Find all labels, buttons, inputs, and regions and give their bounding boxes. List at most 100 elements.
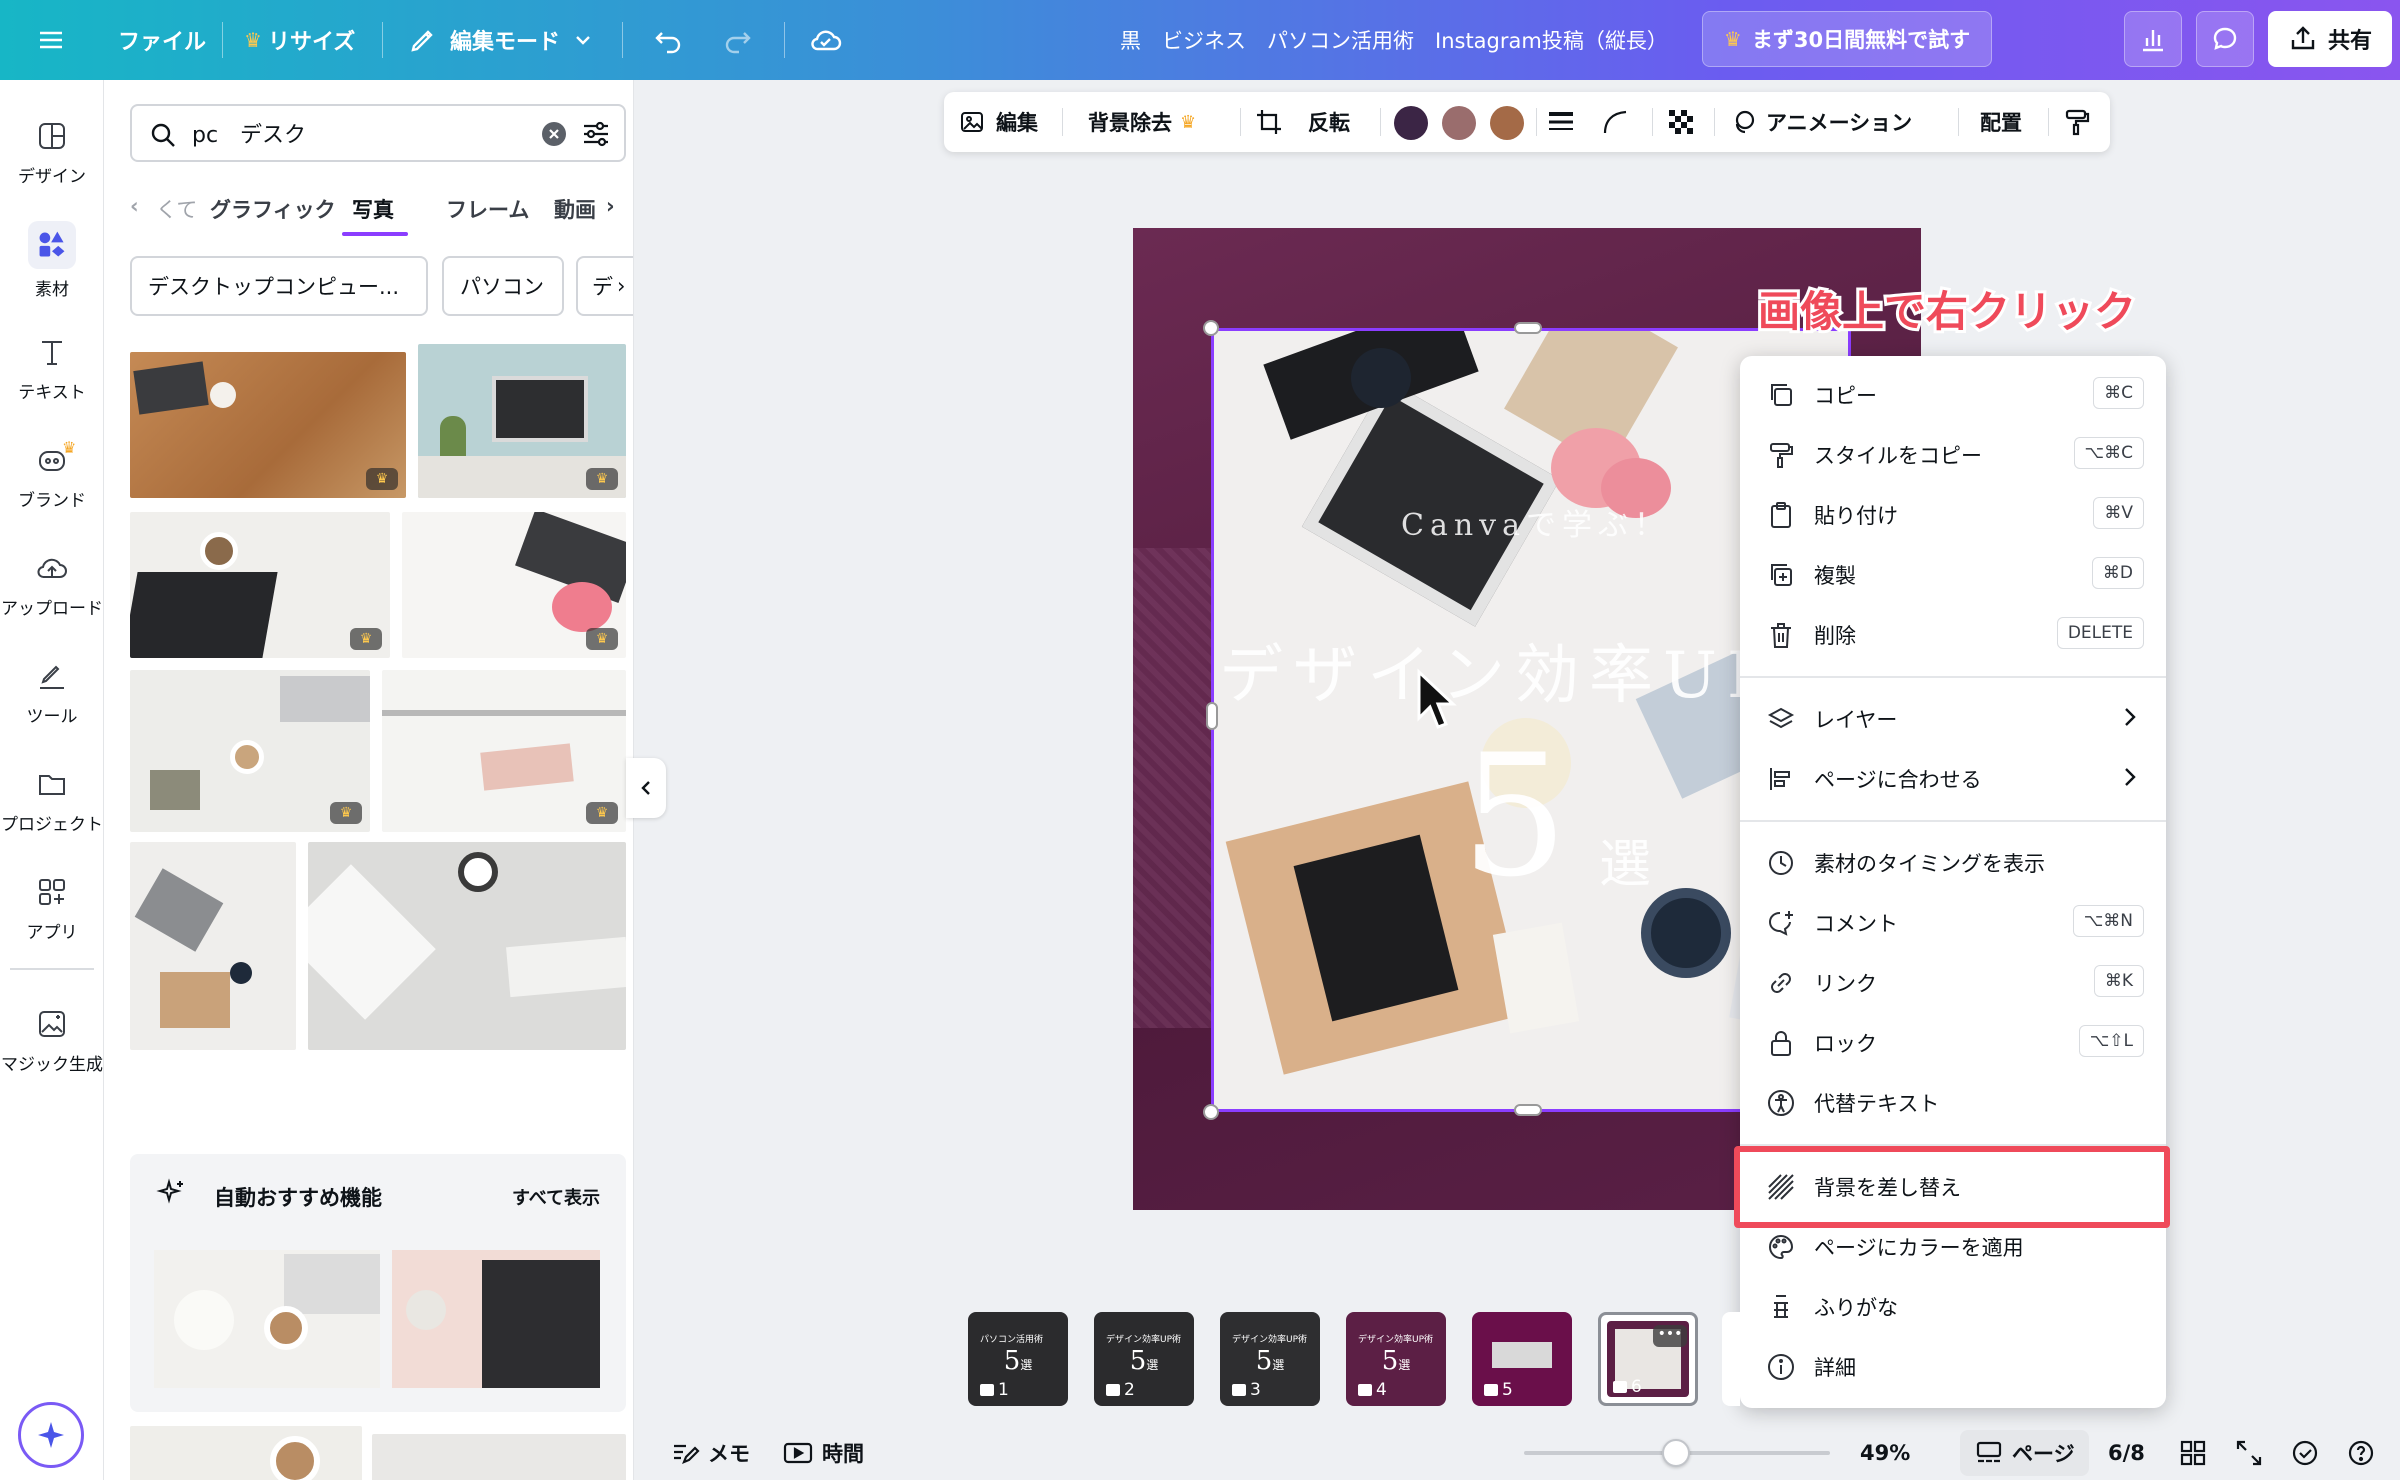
position-button[interactable]: 配置: [1980, 92, 2022, 152]
resize-button[interactable]: ♛ リサイズ: [244, 0, 355, 80]
page-thumbnail-active[interactable]: ••• 6: [1598, 1312, 1698, 1406]
tab-graphics[interactable]: グラフィック: [210, 194, 336, 224]
photo-thumbnail[interactable]: [154, 1250, 380, 1388]
menu-alt-text[interactable]: 代替テキスト: [1740, 1072, 2166, 1130]
photo-thumbnail[interactable]: ♛: [130, 670, 370, 832]
filter-sliders-icon[interactable]: [580, 118, 612, 150]
menu-furigana[interactable]: ふりがな: [1740, 1276, 2166, 1334]
corner-rounding-button[interactable]: [1600, 92, 1630, 152]
add-page-thumbnail[interactable]: [1722, 1312, 1740, 1406]
chip-desktop-computer[interactable]: デスクトップコンピュー...: [130, 256, 428, 316]
design-number[interactable]: 5: [1461, 718, 1568, 914]
edit-image-button[interactable]: 編集: [958, 92, 1038, 152]
photo-thumbnail[interactable]: ♛: [382, 670, 626, 832]
menu-show-timing[interactable]: 素材のタイミングを表示: [1740, 832, 2166, 890]
page-thumbnail[interactable]: 5: [1472, 1312, 1572, 1406]
zoom-slider[interactable]: [1524, 1426, 1830, 1480]
chip-pc[interactable]: パソコン: [442, 256, 564, 316]
edit-mode-dropdown[interactable]: 編集モード: [408, 0, 594, 80]
clear-search-button[interactable]: [542, 122, 566, 146]
design-headline[interactable]: デザイン効率UP: [1219, 624, 1780, 716]
menu-copy[interactable]: コピー ⌘C: [1740, 364, 2166, 422]
rail-apps[interactable]: アプリ: [0, 858, 104, 958]
menu-align-to-page[interactable]: ページに合わせる: [1740, 748, 2166, 806]
fullscreen-button[interactable]: [2234, 1426, 2264, 1480]
tab-frames[interactable]: フレーム: [446, 194, 529, 224]
photo-thumbnail[interactable]: ♛: [402, 512, 626, 658]
share-button[interactable]: 共有: [2268, 11, 2392, 67]
color-swatch-3[interactable]: [1490, 106, 1524, 140]
check-design-button[interactable]: [2290, 1426, 2320, 1480]
tab-photos[interactable]: 写真: [352, 194, 394, 224]
resize-handle[interactable]: [1203, 1104, 1219, 1120]
animate-button[interactable]: アニメーション: [1728, 92, 1912, 152]
page-thumbnail[interactable]: パソコン活用術 5選 1: [968, 1312, 1068, 1406]
menu-duplicate[interactable]: 複製 ⌘D: [1740, 544, 2166, 602]
timer-button[interactable]: 時間: [782, 1426, 864, 1480]
free-trial-button[interactable]: ♛ まず30日間無料で試す: [1702, 11, 1992, 67]
rail-magic-media[interactable]: マジック生成: [0, 990, 104, 1090]
design-number-suffix[interactable]: 選: [1599, 822, 1651, 897]
rail-brand[interactable]: ブランド ♛: [0, 426, 104, 526]
help-button[interactable]: [2346, 1426, 2376, 1480]
insights-button[interactable]: [2124, 11, 2182, 67]
zoom-slider-knob[interactable]: [1661, 1439, 1690, 1467]
redo-button[interactable]: [720, 0, 754, 80]
tab-partial[interactable]: くて: [156, 194, 197, 224]
more-options-icon[interactable]: •••: [1653, 1325, 1687, 1347]
page-thumbnail[interactable]: デザイン効率UP術 5選 4: [1346, 1312, 1446, 1406]
photo-thumbnail[interactable]: ♛: [130, 352, 406, 498]
flip-button[interactable]: 反転: [1308, 92, 1350, 152]
resize-handle[interactable]: [1514, 1104, 1542, 1116]
photo-thumbnail[interactable]: [130, 842, 296, 1050]
rail-tools[interactable]: ツール: [0, 642, 104, 742]
menu-paste[interactable]: 貼り付け ⌘V: [1740, 484, 2166, 542]
magic-assistant-button[interactable]: [18, 1402, 84, 1468]
rail-uploads[interactable]: アップロード: [0, 534, 104, 634]
menu-copy-style[interactable]: スタイルをコピー ⌥⌘C: [1740, 424, 2166, 482]
menu-layer[interactable]: レイヤー: [1740, 688, 2166, 746]
zoom-percentage[interactable]: 49%: [1860, 1426, 1910, 1480]
bg-remover-button[interactable]: 背景除去 ♛: [1088, 92, 1196, 152]
document-title[interactable]: 黒 ビジネス パソコン活用術 Instagram投稿（縦長）: [1120, 0, 1668, 80]
menu-lock[interactable]: ロック ⌥⇧L: [1740, 1012, 2166, 1070]
rail-projects[interactable]: プロジェクト: [0, 750, 104, 850]
photo-thumbnail[interactable]: [130, 1426, 362, 1480]
undo-button[interactable]: [652, 0, 686, 80]
resize-handle[interactable]: [1514, 322, 1542, 334]
photo-thumbnail[interactable]: ♛: [418, 344, 626, 498]
rail-elements[interactable]: 素材: [0, 210, 104, 310]
menu-button[interactable]: [36, 0, 66, 80]
copy-style-button[interactable]: [2062, 92, 2092, 152]
tabs-next-arrow[interactable]: ›: [606, 194, 615, 218]
comments-button[interactable]: [2196, 11, 2254, 67]
page-thumbnail[interactable]: デザイン効率UP術 5選 3: [1220, 1312, 1320, 1406]
transparency-button[interactable]: [1666, 92, 1696, 152]
rail-text[interactable]: テキスト: [0, 318, 104, 418]
tabs-prev-arrow[interactable]: ‹: [130, 194, 139, 218]
menu-delete[interactable]: 削除 DELETE: [1740, 604, 2166, 662]
crop-button[interactable]: [1254, 92, 1284, 152]
search-input[interactable]: pc デスク: [130, 104, 626, 162]
cloud-save-status[interactable]: [808, 0, 844, 80]
grid-view-button[interactable]: [2178, 1426, 2208, 1480]
chip-partial[interactable]: デ ›: [576, 256, 633, 316]
menu-comment[interactable]: コメント ⌥⌘N: [1740, 892, 2166, 950]
photo-thumbnail[interactable]: [392, 1250, 600, 1388]
menu-link[interactable]: リンク ⌘K: [1740, 952, 2166, 1010]
design-subtitle[interactable]: Canvaで学ぶ！: [1401, 500, 1670, 544]
resize-handle[interactable]: [1203, 320, 1219, 336]
collapse-panel-button[interactable]: [626, 758, 666, 818]
color-swatch-1[interactable]: [1394, 106, 1428, 140]
menu-details[interactable]: 詳細: [1740, 1336, 2166, 1394]
file-menu[interactable]: ファイル: [118, 0, 206, 80]
photo-thumbnail[interactable]: [372, 1434, 626, 1480]
border-style-button[interactable]: [1546, 92, 1576, 152]
see-all-link[interactable]: すべて表示: [512, 1184, 600, 1210]
page-thumbnail[interactable]: デザイン効率UP術 5選 2: [1094, 1312, 1194, 1406]
color-swatch-2[interactable]: [1442, 106, 1476, 140]
photo-thumbnail[interactable]: [308, 842, 626, 1050]
pages-toggle[interactable]: ページ: [1960, 1430, 2089, 1476]
photo-thumbnail[interactable]: ♛: [130, 512, 390, 658]
resize-handle[interactable]: [1206, 702, 1218, 730]
